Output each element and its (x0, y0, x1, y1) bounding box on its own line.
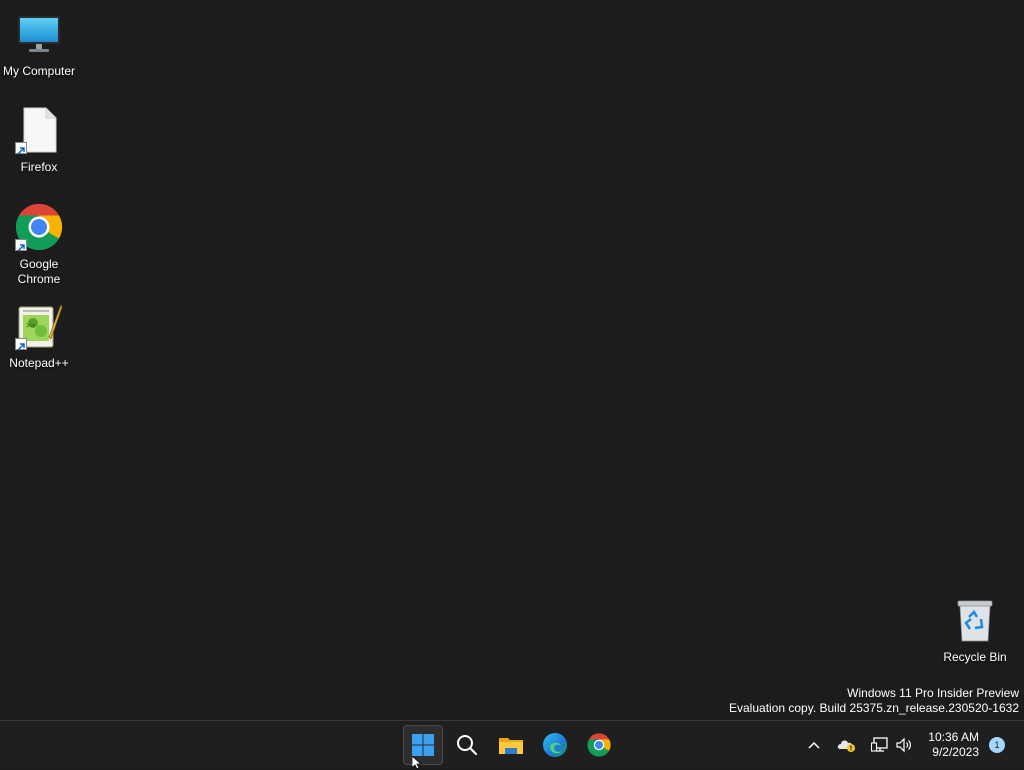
file-explorer-icon (499, 738, 523, 754)
chrome-icon (15, 203, 63, 252)
onedrive-status-button[interactable] (836, 734, 858, 756)
chrome-button[interactable] (579, 725, 619, 765)
volume-button[interactable] (893, 734, 915, 756)
edge-icon (543, 733, 567, 757)
start-icon (412, 734, 434, 756)
clock-date: 9/2/2023 (932, 744, 979, 759)
recycle-bin-icon (951, 596, 999, 644)
show-hidden-icons-button[interactable] (803, 734, 825, 756)
desktop-icon-recycle-bin[interactable]: Recycle Bin (936, 596, 1014, 665)
desktop-icon-label: Firefox (20, 160, 58, 174)
svg-text:>>: >> (26, 321, 36, 330)
blank-file-icon (15, 106, 63, 155)
taskbar-apps (403, 725, 619, 765)
volume-icon (896, 737, 912, 752)
chevron-up-icon (808, 741, 820, 749)
desktop-icon-label: Recycle Bin (943, 650, 1007, 664)
watermark-edition: Windows 11 Pro Insider Preview (847, 686, 1019, 700)
desktop-icon-label: Notepad++ (9, 356, 69, 370)
shortcut-arrow-icon (15, 338, 27, 351)
desktop-icon-notepad-plus-plus[interactable]: >> Notepad++ (0, 302, 78, 371)
desktop: My Computer Firefox Google Chrome >> Not… (0, 0, 1024, 720)
file-explorer-button[interactable] (491, 725, 531, 765)
notification-badge[interactable]: 1 (989, 736, 1005, 753)
desktop-icon-label: Google Chrome (17, 257, 61, 286)
clock-time: 10:36 AM (928, 729, 979, 744)
clock-button[interactable]: 10:36 AM 9/2/2023 (928, 730, 979, 760)
desktop-icon-firefox[interactable]: Firefox (0, 106, 78, 175)
watermark-build: Evaluation copy. Build 25375.zn_release.… (729, 701, 1019, 715)
evaluation-watermark: Windows 11 Pro Insider Preview Evaluatio… (729, 686, 1019, 716)
edge-button[interactable] (535, 725, 575, 765)
shortcut-arrow-icon (15, 239, 27, 252)
monitor-icon (15, 10, 63, 58)
search-icon (457, 735, 478, 756)
taskbar: 10:36 AM 9/2/2023 1 (0, 720, 1024, 768)
network-button[interactable] (869, 734, 891, 756)
desktop-icon-google-chrome[interactable]: Google Chrome (0, 203, 78, 287)
notepad-plus-plus-icon: >> (15, 302, 63, 351)
network-icon (871, 736, 888, 752)
chrome-icon (587, 733, 611, 757)
search-button[interactable] (447, 725, 487, 765)
onedrive-warning-icon (838, 739, 856, 752)
shortcut-arrow-icon (15, 142, 27, 155)
desktop-icon-my-computer[interactable]: My Computer (0, 10, 78, 79)
desktop-icon-label: My Computer (2, 64, 76, 78)
system-tray: 10:36 AM 9/2/2023 1 (802, 721, 1024, 768)
